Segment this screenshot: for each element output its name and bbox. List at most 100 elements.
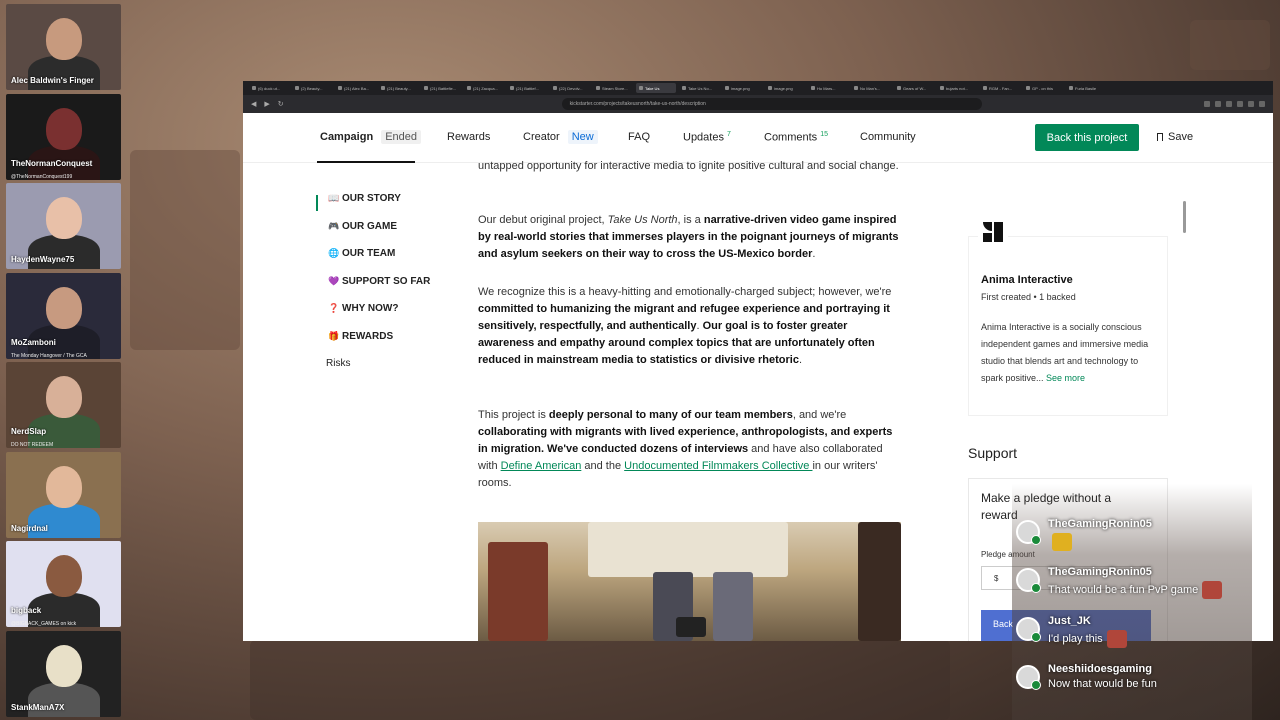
see-more-link[interactable]: See more bbox=[1046, 373, 1085, 383]
browser-tab[interactable]: bujarts not... bbox=[937, 83, 977, 93]
tab-rewards[interactable]: Rewards bbox=[447, 131, 490, 143]
favicon-icon bbox=[252, 86, 256, 90]
browser-tab[interactable]: (6) duck ut... bbox=[249, 83, 289, 93]
browser-tab-label: bujarts not... bbox=[946, 85, 969, 91]
toc-item-label: REWARDS bbox=[342, 330, 394, 342]
toc-emoji-icon: 💜 bbox=[328, 275, 340, 286]
webcam-tile: Alec Baldwin's Finger bbox=[6, 4, 121, 90]
back-arrow-icon[interactable]: ◀ bbox=[251, 100, 256, 108]
browser-tab[interactable]: Take Us bbox=[636, 83, 676, 93]
xbox-badge-icon bbox=[1031, 535, 1041, 545]
favicon-icon bbox=[467, 86, 471, 90]
favicon-icon bbox=[510, 86, 514, 90]
define-american-link[interactable]: Define American bbox=[501, 460, 582, 472]
tab-creator[interactable]: Creator New bbox=[523, 130, 598, 144]
undocumented-filmmakers-link[interactable]: Undocumented Filmmakers Collective bbox=[624, 460, 812, 472]
streamer-name: HaydenWayne75 bbox=[11, 255, 75, 264]
browser-tab[interactable]: (21) Battlefie... bbox=[421, 83, 461, 93]
chat-username: TheGamingRonin05 bbox=[1048, 566, 1152, 578]
favicon-icon bbox=[553, 86, 557, 90]
toc-item[interactable]: ❓ WHY NOW? bbox=[328, 303, 398, 314]
url-field[interactable]: kickstarter.com/projects/takeusnorth/tak… bbox=[561, 98, 982, 110]
background-scene bbox=[130, 150, 240, 350]
streamer-face bbox=[46, 555, 82, 597]
reload-icon[interactable]: ↻ bbox=[278, 100, 284, 108]
streamer-face bbox=[46, 376, 82, 418]
chat-text: That would be a fun PvP game bbox=[1048, 581, 1223, 599]
browser-tab[interactable]: Take Us No... bbox=[679, 83, 719, 93]
chat-text-content: That would be a fun PvP game bbox=[1048, 583, 1199, 596]
browser-tab[interactable]: GP - on this bbox=[1023, 83, 1063, 93]
browser-tab[interactable]: (22) Devolv... bbox=[550, 83, 590, 93]
streamer-name: MoZamboni bbox=[11, 337, 56, 347]
chat-emote-icon bbox=[1202, 581, 1223, 599]
browser-tab[interactable]: (21) Alec Ba... bbox=[335, 83, 375, 93]
chat-text-content: Now that would be fun bbox=[1048, 678, 1157, 690]
browser-tab[interactable]: (21) Zacqua... bbox=[464, 83, 504, 93]
chat-emote-icon bbox=[1052, 533, 1072, 551]
campaign-status-badge: Ended bbox=[381, 130, 421, 144]
text: . bbox=[812, 248, 816, 260]
text: , is a bbox=[677, 214, 704, 226]
favicon-icon bbox=[424, 86, 428, 90]
favicon-icon bbox=[983, 86, 987, 90]
back-project-button[interactable]: Back this project bbox=[1035, 124, 1139, 151]
toc-item[interactable]: 🎁 REWARDS bbox=[328, 331, 393, 342]
story-photo bbox=[478, 522, 901, 641]
browser-tab[interactable]: (21) Beauty... bbox=[378, 83, 418, 93]
scroll-indicator[interactable] bbox=[1183, 201, 1186, 233]
story-paragraph-2: We recognize this is a heavy-hitting and… bbox=[478, 284, 903, 369]
creator-meta: First created • 1 backed bbox=[981, 292, 1076, 302]
webcam-tile: NerdSlap DO NOT REDEEM bbox=[6, 362, 121, 448]
toc-item[interactable]: 🌐 OUR TEAM bbox=[328, 248, 395, 259]
chat-emote-icon bbox=[1106, 630, 1127, 648]
story-paragraph-0: untapped opportunity for interactive med… bbox=[478, 160, 899, 172]
streamer-name: StankManA7X bbox=[11, 702, 65, 712]
browser-tab-label: (21) Alec Ba... bbox=[344, 85, 370, 91]
chat-avatar bbox=[1016, 617, 1041, 642]
forward-arrow-icon[interactable]: ▶ bbox=[264, 100, 269, 108]
tab-updates[interactable]: Updates 7 bbox=[683, 131, 731, 144]
toc-item-label: OUR TEAM bbox=[342, 248, 396, 259]
tab-campaign-label: Campaign bbox=[320, 131, 374, 143]
project-nav: Campaign Ended Rewards Creator New FAQ Upd… bbox=[243, 113, 1273, 163]
browser-tab[interactable]: image.png bbox=[765, 83, 805, 93]
save-button[interactable]: Save bbox=[1157, 131, 1193, 143]
browser-tab[interactable]: Furia Basile bbox=[1066, 83, 1106, 93]
browser-tab-label: (2) Beauty... bbox=[301, 85, 323, 91]
favicon-icon bbox=[295, 86, 299, 90]
browser-tab-label: Take Us bbox=[645, 85, 660, 91]
chat-avatar bbox=[1016, 568, 1041, 593]
creator-logo[interactable] bbox=[978, 217, 1008, 247]
toc-item[interactable]: 🎮 OUR GAME bbox=[328, 221, 397, 232]
streamer-subtitle: DO NOT REDEEM bbox=[11, 442, 54, 448]
tab-updates-label: Updates bbox=[683, 131, 724, 144]
tab-community[interactable]: Community bbox=[860, 131, 916, 143]
toc-item[interactable]: 📖 OUR STORY bbox=[328, 193, 401, 204]
browser-tab[interactable]: (2) Beauty... bbox=[292, 83, 332, 93]
browser-tab[interactable]: (21) Battlef... bbox=[507, 83, 547, 93]
chat-text: Now that would be fun bbox=[1048, 678, 1157, 690]
tab-comments[interactable]: Comments 15 bbox=[764, 131, 828, 144]
favicon-icon bbox=[1069, 86, 1073, 90]
photo-door bbox=[858, 522, 901, 641]
bookmark-icon bbox=[1157, 133, 1163, 141]
browser-tab[interactable]: Steam Store... bbox=[593, 83, 633, 93]
browser-tab[interactable]: Ho Mars... bbox=[808, 83, 848, 93]
text: and the bbox=[581, 460, 625, 472]
toc-active-indicator bbox=[316, 195, 318, 211]
browser-tab-label: Gears of W... bbox=[903, 85, 927, 91]
browser-tab-label: (6) duck ut... bbox=[258, 85, 281, 91]
tab-campaign[interactable]: Campaign Ended bbox=[320, 130, 421, 144]
toc-item[interactable]: Risks bbox=[326, 358, 350, 369]
story-paragraph-3: This project is deeply personal to many … bbox=[478, 407, 903, 492]
tab-faq[interactable]: FAQ bbox=[628, 131, 650, 143]
xbox-badge-icon bbox=[1031, 583, 1041, 593]
browser-tab[interactable]: RGM - Fan... bbox=[980, 83, 1020, 93]
browser-tab[interactable]: No Man's... bbox=[851, 83, 891, 93]
browser-tab[interactable]: Gears of W... bbox=[894, 83, 934, 93]
creator-name[interactable]: Anima Interactive bbox=[981, 274, 1073, 286]
toc-item[interactable]: 💜 SUPPORT SO FAR bbox=[328, 276, 430, 287]
browser-tab[interactable]: image.png bbox=[722, 83, 762, 93]
chat-username: Just_JK bbox=[1048, 615, 1091, 627]
